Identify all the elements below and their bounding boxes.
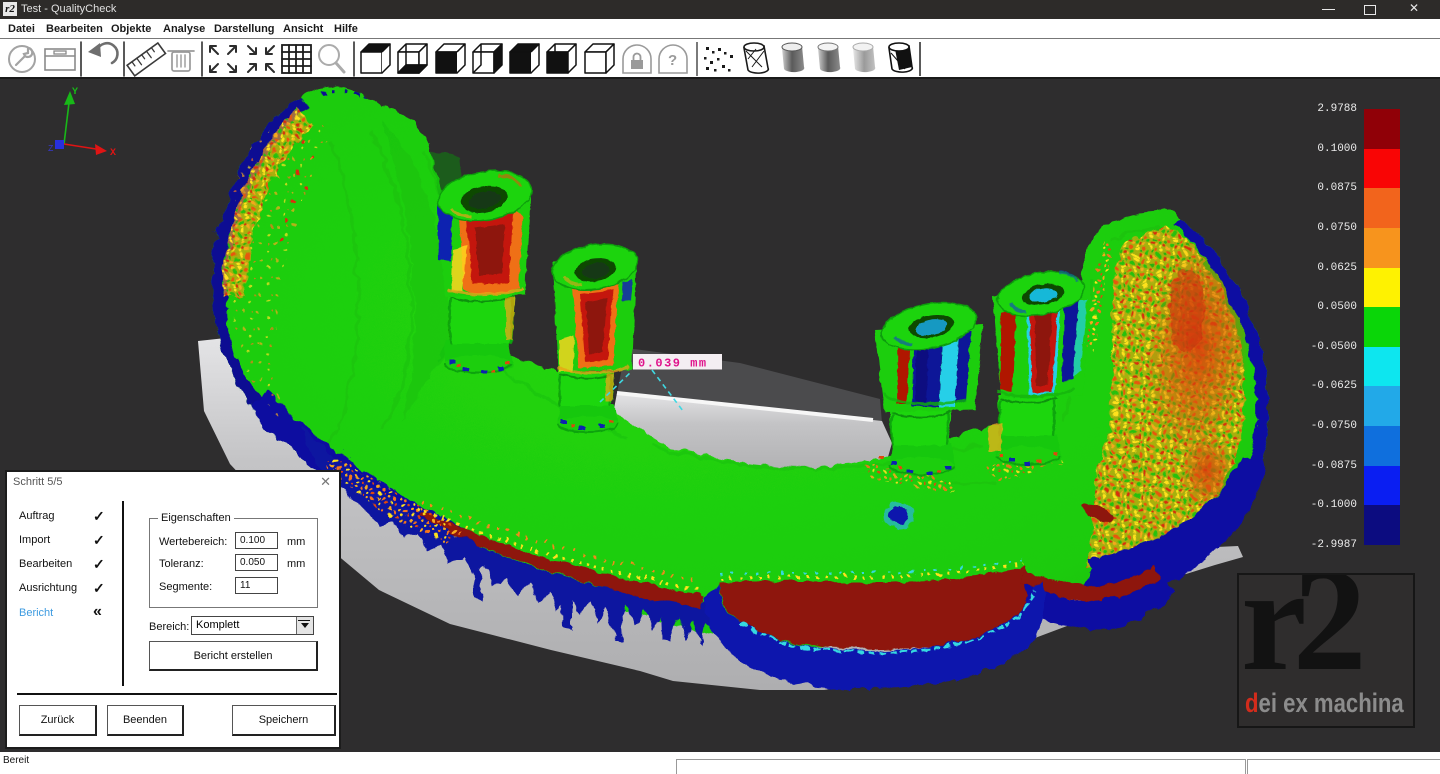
svg-text:Z: Z	[48, 144, 54, 154]
svg-text:X: X	[110, 148, 116, 159]
svg-text:?: ?	[668, 52, 677, 69]
svg-text:0.039 mm: 0.039 mm	[638, 357, 708, 371]
svg-text:Y: Y	[72, 87, 78, 98]
